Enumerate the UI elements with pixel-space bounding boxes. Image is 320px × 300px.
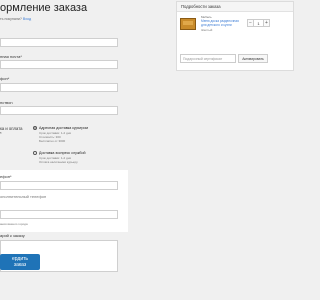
login-hint-text: ть покупали? — [0, 17, 23, 21]
delivery-detail: Оплата наличными курьеру — [39, 160, 78, 165]
activate-button[interactable]: Активировать — [238, 54, 268, 63]
delivery-option-express[interactable]: Доставка экспресс службой — [33, 151, 86, 156]
phone-field[interactable] — [0, 83, 118, 92]
delivery-label: ка и оплата * — [0, 126, 22, 136]
product-image[interactable] — [180, 18, 196, 30]
login-hint: ть покупали? Вход — [0, 17, 31, 21]
phone-label: фон* — [0, 76, 10, 81]
page-title: ормление заказа — [0, 2, 88, 14]
login-link[interactable]: Вход — [23, 17, 31, 21]
order-panel-title: Подробности заказа — [177, 2, 293, 12]
phone2-label: ефон* — [0, 174, 12, 179]
minus-icon[interactable]: − — [247, 19, 254, 27]
comment-label: арий к заказу — [0, 233, 25, 238]
product-color: Желтый — [201, 28, 213, 32]
email-field[interactable] — [0, 60, 118, 69]
delivery-option-details: Срок доставки: 1-2 дня Оплата наличными … — [39, 156, 78, 164]
delivery-option-courier[interactable]: Адресная доставка курьером — [33, 126, 88, 131]
delivery-option-title: Доставка экспресс службой — [39, 151, 86, 155]
checkout-page: ормление заказа ть покупали? Вход нная п… — [0, 0, 300, 300]
delivery-option-title: Адресная доставка курьером — [39, 126, 88, 130]
delivery-option-details: Срок доставки: 1-2 дня Стоимость: 300 Бе… — [39, 131, 71, 144]
product-name[interactable]: Меню доска разделочная для детского и ку… — [201, 19, 241, 27]
radio-selected-icon[interactable] — [33, 126, 37, 131]
radio-unselected-icon[interactable] — [33, 151, 37, 156]
plus-icon[interactable]: + — [263, 19, 270, 27]
address-field[interactable] — [0, 106, 118, 115]
alt-phone-label: ополнительный телефон — [0, 194, 47, 199]
field-hint: ания вашего города — [0, 222, 28, 226]
coupon-input[interactable]: Подарочный сертификат — [180, 54, 236, 63]
quantity-value[interactable]: 1 — [254, 19, 263, 27]
order-details-panel: Подробности заказа Мебель Меню доска раз… — [176, 1, 294, 71]
confirm-order-button[interactable]: ердить заказ — [0, 254, 40, 270]
phone2-field[interactable] — [0, 181, 118, 190]
delivery-label-line1: ка и оплата — [0, 126, 23, 131]
alt-phone-field[interactable] — [0, 210, 118, 219]
email-label: нная почта* — [0, 54, 22, 59]
delivery-label-line2: * — [0, 131, 2, 136]
delivery-detail: Бесплатно от 3000 — [39, 139, 66, 144]
quantity-stepper[interactable]: − 1 + — [247, 19, 270, 27]
address-label: нствоn — [0, 100, 13, 105]
name-field[interactable] — [0, 38, 118, 47]
